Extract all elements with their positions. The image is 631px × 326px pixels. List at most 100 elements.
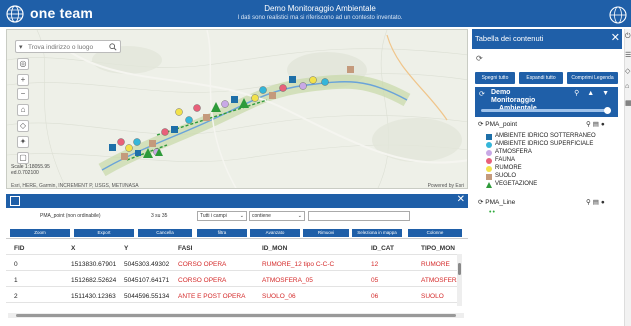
column-header[interactable]: FASI	[178, 245, 192, 252]
layer-group-demo[interactable]: ⟳ Demo Monitoraggio Ambientale ⚲ ▲ ▼	[475, 87, 618, 117]
table-cell: CORSO OPERA	[178, 277, 227, 284]
refresh-icon[interactable]: ⟳	[478, 199, 483, 206]
refresh-icon[interactable]: ⟳	[478, 121, 483, 128]
table-cell: ANTE E POST OPERA	[178, 293, 246, 300]
filter-button[interactable]: filtra	[197, 229, 247, 237]
home-icon[interactable]: ⌂	[625, 83, 629, 90]
refresh-icon[interactable]: ⟳	[476, 54, 483, 63]
table-row[interactable]: 2 1511430.12363 5044596.55134 ANTE E POS…	[6, 291, 461, 303]
powered-by[interactable]: Powered by Esri	[428, 183, 464, 188]
collapse-legend-button[interactable]: Comprimi Legenda	[567, 72, 618, 84]
zoom-button[interactable]: Zoom	[10, 229, 70, 237]
scrollbar-thumb[interactable]	[458, 263, 461, 275]
layer-item-controls[interactable]: ⚲▤●	[586, 198, 607, 206]
home-icon[interactable]: ⌂	[17, 104, 29, 116]
column-header[interactable]: ID_CAT	[371, 245, 394, 252]
grid-icon[interactable]: ▦	[625, 99, 631, 107]
legend-label: VEGETAZIONE	[495, 181, 538, 187]
compass-icon[interactable]: ✦	[17, 136, 29, 148]
address-search-input[interactable]	[28, 42, 108, 52]
column-header[interactable]: X	[71, 245, 75, 252]
layer-item-label: PMA_Line	[485, 199, 516, 206]
table-cell: SUOLO	[421, 293, 444, 300]
table-header-row: FID X Y FASI ID_MON ID_CAT TIPO_MON	[6, 243, 461, 255]
table-vertical-scrollbar[interactable]	[457, 254, 462, 306]
remove-button[interactable]: Rimuovi	[303, 229, 349, 237]
layers-icon[interactable]: ◇	[625, 67, 630, 75]
select-on-map-button[interactable]: Seleziona in mappa	[352, 229, 402, 237]
globe-icon[interactable]	[609, 6, 627, 24]
layer-label: PMA_point (non ordinabile)	[40, 213, 101, 219]
legend-label: AMBIENTE IDRICO SUPERFICIALE	[495, 141, 594, 147]
app-header: one team Demo Monitoraggio Ambientale I …	[0, 0, 631, 27]
export-button[interactable]: Export	[74, 229, 134, 237]
table-cell: 1513830.67901	[71, 261, 117, 268]
filter-value-input[interactable]	[308, 211, 410, 221]
table-cell: RUMORE_12 tipo C-C-C	[262, 261, 335, 268]
toc-title: Tabella dei contenuti	[475, 34, 544, 43]
table-of-contents-panel: Tabella dei contenuti ✕ ⟳ Spegni tutto E…	[472, 29, 622, 326]
legend-label: FAUNA	[495, 157, 516, 163]
measure-icon[interactable]: ▢	[17, 152, 29, 164]
opacity-slider-handle[interactable]	[604, 107, 611, 114]
clear-button[interactable]: Cancella	[138, 229, 192, 237]
scrollbar-thumb[interactable]	[16, 314, 456, 317]
operator-select-value: contiene	[252, 213, 271, 219]
table-cell: CORSO OPERA	[178, 261, 227, 268]
record-count: 3 su 35	[151, 213, 168, 219]
chevron-down-icon[interactable]: ▾	[19, 43, 23, 51]
table-row[interactable]: 1 1512682.52624 5045107.64171 CORSO OPER…	[6, 275, 461, 287]
table-cell: 06	[371, 293, 379, 300]
layer-item-pma-line[interactable]: ⟳ PMA_Line	[478, 198, 515, 206]
expand-all-button[interactable]: Espandi tutto	[519, 72, 563, 84]
close-icon[interactable]: ✕	[457, 194, 465, 205]
legend-label: ATMOSFERA	[495, 149, 532, 155]
table-horizontal-scrollbar[interactable]	[8, 313, 464, 318]
turn-off-all-button[interactable]: Spegni tutto	[475, 72, 515, 84]
table-cell: 1511430.12363	[71, 293, 116, 300]
search-icon[interactable]	[109, 43, 117, 51]
layer-group-name-line1: Demo Monitoraggio	[491, 89, 536, 104]
attribute-table: FID X Y FASI ID_MON ID_CAT TIPO_MON 0 15…	[6, 243, 468, 313]
column-header[interactable]: TIPO_MON	[421, 245, 455, 252]
layer-group-controls[interactable]: ⚲ ▲ ▼	[574, 89, 612, 97]
table-row[interactable]: 0 1513830.67901 5045303.49302 CORSO OPER…	[6, 259, 461, 271]
opacity-slider[interactable]	[481, 107, 611, 114]
layer-item-controls[interactable]: ⚲▤●	[586, 120, 607, 128]
power-icon[interactable]: ⏻	[625, 33, 631, 41]
columns-button[interactable]: Colonne	[408, 229, 462, 237]
table-cell: 2	[14, 293, 18, 300]
table-icon	[10, 196, 20, 206]
legend-label: RUMORE	[495, 165, 522, 171]
table-cell: 1	[14, 277, 18, 284]
refresh-icon[interactable]: ⟳	[479, 90, 485, 98]
address-search[interactable]: ▾	[15, 40, 121, 53]
close-icon[interactable]: ✕	[611, 31, 620, 44]
column-header[interactable]: ID_MON	[262, 245, 287, 252]
chevron-down-icon[interactable]: ⌄	[298, 212, 302, 220]
map-terrain	[7, 30, 467, 188]
globe-logo-icon	[6, 5, 24, 23]
page-subtitle: I dati sono realistici ma si riferiscono…	[237, 15, 403, 21]
locate-icon[interactable]: ◎	[17, 58, 29, 70]
map-view[interactable]: ▾ ◎ + − ⌂ ◇ ✦ ▢ Scale 1:18055.95 ed.0.70…	[6, 29, 468, 189]
operator-select[interactable]: contiene ⌄	[249, 211, 305, 221]
circle-icon	[486, 150, 492, 156]
layers-icon[interactable]: ◇	[17, 120, 29, 132]
table-cell: 0	[14, 261, 18, 268]
chevron-down-icon[interactable]: ⌄	[240, 212, 244, 220]
legend-label: SUOLO	[495, 173, 517, 179]
page-title: Demo Monitoraggio Ambientale	[264, 4, 376, 13]
field-select[interactable]: Tutti i campi ⌄	[197, 211, 247, 221]
triangle-icon	[486, 182, 492, 188]
column-header[interactable]: FID	[14, 245, 24, 252]
legend-label: AMBIENTE IDRICO SOTTERRANEO	[495, 133, 596, 139]
map-scale: Scale 1:18055.95 ed.0.702100	[11, 164, 50, 176]
zoom-out-button[interactable]: −	[17, 88, 29, 100]
advanced-button[interactable]: Avanzato	[250, 229, 300, 237]
layer-item-label: PMA_point	[485, 121, 518, 128]
zoom-in-button[interactable]: +	[17, 74, 29, 86]
menu-icon[interactable]: ☰	[625, 51, 631, 59]
layer-item-pma-point[interactable]: ⟳ PMA_point	[478, 120, 517, 128]
column-header[interactable]: Y	[124, 245, 128, 252]
